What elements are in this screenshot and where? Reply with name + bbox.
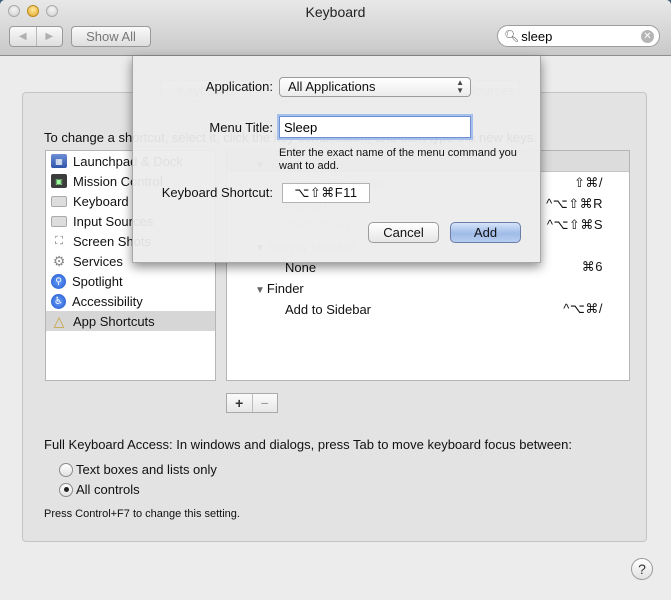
forward-arrow-icon[interactable]: ▶ <box>37 27 63 46</box>
add-remove-control: + − <box>226 393 278 413</box>
radio-button[interactable] <box>59 462 73 477</box>
shortcut-keys[interactable]: ⇧⌘/ <box>574 175 603 191</box>
search-icon: 🔍︎ <box>504 29 520 43</box>
shortcut-keys[interactable]: ^⌥⇧⌘S <box>547 217 603 233</box>
shortcut-row[interactable]: Add to Sidebar ^⌥⌘/ <box>227 299 629 319</box>
show-all-button[interactable]: Show All <box>71 26 151 47</box>
category-item-accessibility[interactable]: ♿ Accessibility <box>46 291 215 311</box>
application-popup[interactable]: All Applications ▲ ▼ <box>279 77 471 97</box>
menu-title-help: Enter the exact name of the menu command… <box>279 147 517 172</box>
full-keyboard-access-label: Full Keyboard Access: In windows and dia… <box>44 437 572 452</box>
menu-title-input[interactable] <box>279 116 471 138</box>
radio-button[interactable] <box>59 482 73 497</box>
search-field: 🔍︎ ✕ <box>497 25 660 47</box>
menu-title-label: Menu Title: <box>209 120 273 135</box>
screenshot-icon: ⛶ <box>55 234 63 247</box>
add-shortcut-sheet: Application: All Applications ▲ ▼ Menu Ti… <box>132 56 541 263</box>
shortcut-keys[interactable]: ^⌥⇧⌘R <box>546 196 603 212</box>
popup-arrows-icon: ▲ ▼ <box>456 78 464 95</box>
radio-selected-dot <box>63 487 69 492</box>
keyboard-shortcut-label: Keyboard Shortcut: <box>161 185 273 200</box>
cancel-button[interactable]: Cancel <box>368 222 439 243</box>
radio-all-controls[interactable]: All controls <box>59 482 140 497</box>
add-button[interactable]: Add <box>450 222 521 243</box>
back-arrow-icon[interactable]: ◀ <box>10 27 37 46</box>
disclosure-triangle-icon[interactable]: ▼ <box>255 285 265 296</box>
keyboard-icon <box>51 195 67 207</box>
input-sources-icon <box>51 215 67 227</box>
app-shortcuts-icon: △ <box>53 312 65 329</box>
help-button[interactable]: ? <box>631 558 653 580</box>
remove-shortcut-button[interactable]: − <box>253 394 278 412</box>
clear-search-icon[interactable]: ✕ <box>641 30 654 43</box>
radio-text-boxes-only[interactable]: Text boxes and lists only <box>59 462 217 477</box>
shortcut-group-finder[interactable]: ▼ Finder <box>227 278 629 298</box>
accessibility-icon: ♿ <box>51 293 66 309</box>
launchpad-icon: ▦ <box>51 154 67 168</box>
keyboard-access-hint: Press Control+F7 to change this setting. <box>44 508 240 520</box>
gear-icon: ⚙ <box>52 252 66 269</box>
title-bar: Keyboard ◀ ▶ Show All 🔍︎ ✕ <box>0 0 671 56</box>
mission-control-icon: ▣ <box>51 174 67 188</box>
back-forward-control: ◀ ▶ <box>9 26 63 47</box>
keyboard-shortcut-field[interactable]: ⌥⇧⌘F11 <box>282 183 370 203</box>
application-label: Application: <box>205 79 273 94</box>
add-shortcut-button[interactable]: + <box>227 394 253 412</box>
shortcut-keys[interactable]: ^⌥⌘/ <box>563 301 603 317</box>
search-input[interactable] <box>521 28 642 44</box>
category-item-app-shortcuts[interactable]: △ App Shortcuts <box>46 311 215 331</box>
window-title: Keyboard <box>305 4 366 20</box>
spotlight-icon: ⚲ <box>51 273 66 289</box>
category-item-spotlight[interactable]: ⚲ Spotlight <box>46 271 215 291</box>
keyboard-preferences-window: Keyboard ◀ ▶ Show All 🔍︎ ✕ Keyboard Text… <box>0 0 671 600</box>
shortcut-keys[interactable]: ⌘6 <box>582 259 603 275</box>
